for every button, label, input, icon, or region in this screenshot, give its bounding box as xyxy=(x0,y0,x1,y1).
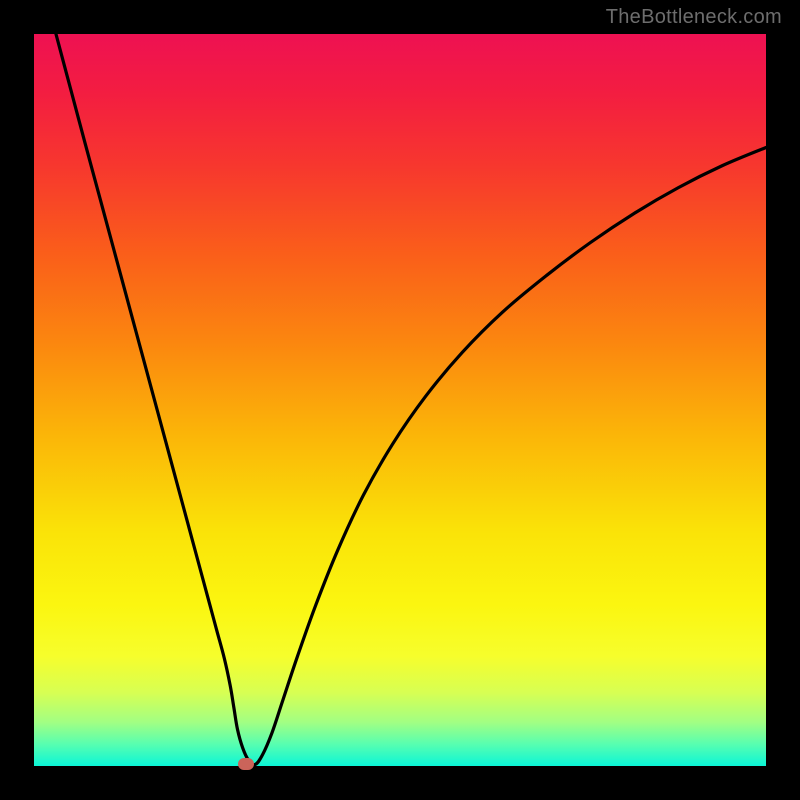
watermark-label: TheBottleneck.com xyxy=(606,6,782,29)
optimum-marker xyxy=(238,758,254,770)
chart-curve xyxy=(34,34,766,766)
chart-plot-area xyxy=(34,34,766,766)
